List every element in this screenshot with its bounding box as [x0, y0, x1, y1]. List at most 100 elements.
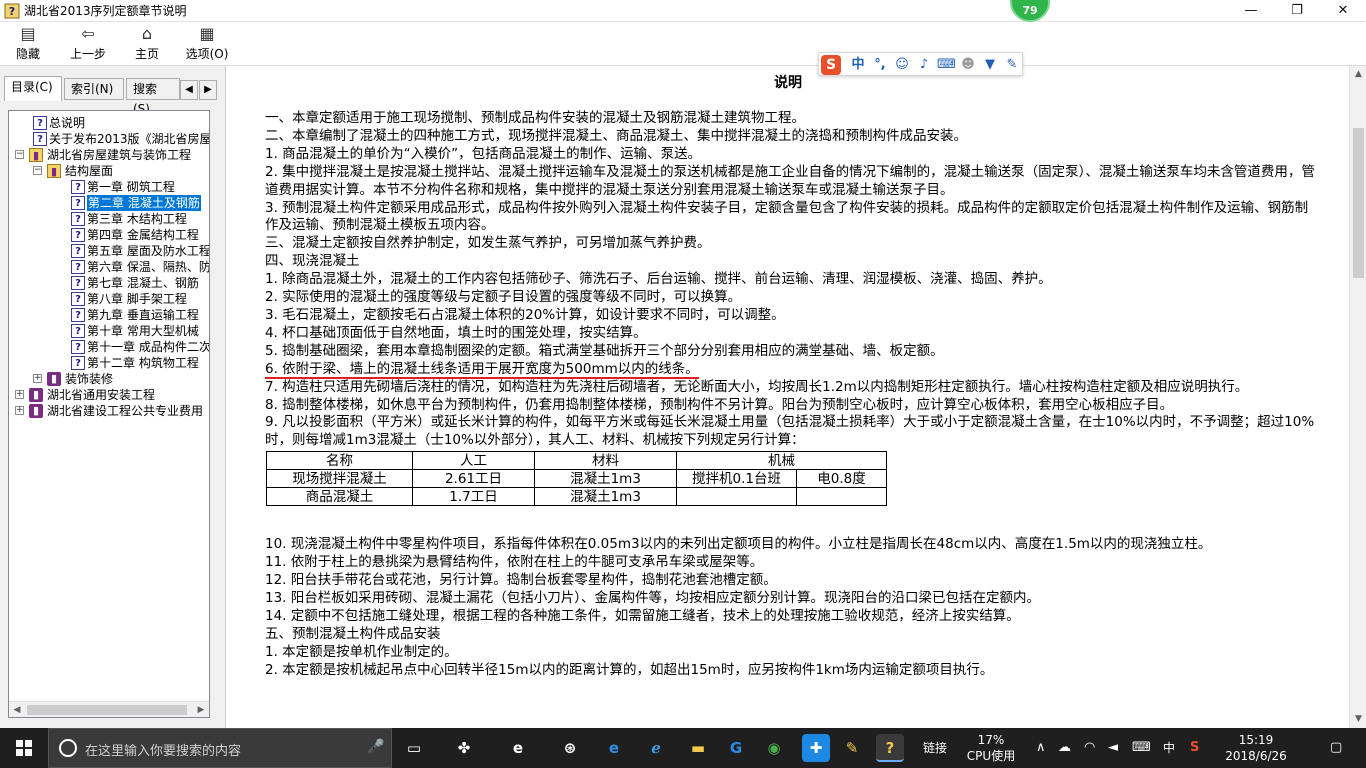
plus-app-icon[interactable]: ✚	[802, 734, 830, 762]
microphone-icon[interactable]: 🎤	[367, 739, 384, 755]
action-center-icon[interactable]: ▢	[1330, 740, 1342, 755]
fan-app-icon[interactable]: ✤	[450, 734, 478, 762]
internet-explorer-icon[interactable]: ℯ	[642, 734, 670, 762]
volume-icon[interactable]: ◄	[1108, 740, 1118, 755]
file-explorer-icon[interactable]: ▬	[684, 734, 712, 762]
windows-logo-icon	[16, 740, 32, 756]
green-browser-icon[interactable]: ◉	[760, 734, 788, 762]
tree-item-label: 第六章 保温、隔热、防	[87, 260, 210, 274]
ime-toolbar[interactable]: S 中 °, ☺ ♪ ⌨ ☻ ▼ ✎	[818, 52, 1023, 76]
table-cell: 2.61工日	[412, 469, 535, 489]
back-button[interactable]: ⇦ 上一步	[66, 24, 110, 66]
help-topic-icon: ?	[71, 308, 85, 322]
sogou-tray-icon[interactable]: S	[1190, 740, 1199, 755]
tree-item-label: 第十二章 构筑物工程	[87, 356, 199, 370]
table-header-row: 名称 人工 材料 机械	[266, 451, 887, 471]
tree-horizontal-scrollbar[interactable]: ◀ ▶	[9, 701, 209, 717]
help-topic-icon: ?	[71, 324, 85, 338]
scroll-thumb[interactable]	[1353, 128, 1364, 278]
taskbar-search-box[interactable]: 在这里输入你要搜索的内容 🎤	[48, 728, 392, 768]
emoji-icon[interactable]: ☺	[893, 56, 911, 74]
link-toolbar[interactable]: 链接	[920, 741, 950, 755]
expand-icon[interactable]: +	[15, 390, 24, 399]
doc-line: 8. 捣制整体楼梯，如休息平台为预制构件，仍套用捣制整体楼梯，预制构件不另计算。…	[265, 396, 1174, 413]
user-icon[interactable]: ☻	[959, 56, 977, 74]
ime-language-toggle[interactable]: 中	[849, 56, 867, 74]
scroll-right-icon[interactable]: ▶	[193, 702, 209, 717]
notes-app-icon[interactable]: ✎	[838, 734, 866, 762]
table-cell: 搅拌机0.1台班	[676, 469, 797, 489]
doc-line: 10. 现浇混凝土构件中零星构件项目，系指每件体积在0.05m3以内的未列出定额…	[265, 536, 1212, 553]
wifi-icon[interactable]: ◠	[1084, 740, 1095, 755]
performance-badge[interactable]: 79	[1010, 0, 1050, 22]
contents-tree: ? 总说明 ? 关于发布2013版《湖北省房屋 − ▮ 湖北省房屋建筑与装饰工程…	[8, 110, 210, 718]
table-cell	[796, 487, 887, 507]
home-button[interactable]: ⌂ 主页	[128, 24, 166, 66]
start-button[interactable]	[0, 728, 48, 768]
title-bar: ? 湖北省2013序列定额章节说明 79 — ❐ ✕	[0, 0, 1366, 22]
book-icon: ▮	[29, 388, 43, 402]
red-underline-annotation: 6. 依附于梁、墙上的混凝土线条适用于展开宽度为500mm以内的线条。	[265, 360, 699, 379]
tab-scroll-left-button[interactable]: ◀	[180, 80, 198, 100]
tab-search[interactable]: 搜索(S)	[126, 78, 180, 116]
table-header: 名称	[266, 451, 413, 471]
help-topic-icon: ?	[71, 212, 85, 226]
cloud-icon[interactable]: ☁	[1058, 740, 1071, 755]
tab-index[interactable]: 索引(N)	[64, 78, 124, 100]
close-button[interactable]: ✕	[1320, 0, 1366, 22]
tree-item-label: 第七章 混凝土、钢筋	[87, 276, 199, 290]
glodon-app-icon[interactable]: G	[722, 734, 750, 762]
punctuation-icon[interactable]: °,	[871, 56, 889, 74]
maximize-button[interactable]: ❐	[1274, 0, 1320, 22]
skin-shirt-icon[interactable]: ▼	[981, 56, 999, 74]
doc-line: 4. 杯口基础顶面低于自然地面，填土时的围笼处理，按实结算。	[265, 324, 647, 341]
browser-360-icon[interactable]: ⊛	[556, 734, 584, 762]
keyboard-icon[interactable]: ⌨	[937, 56, 956, 74]
scroll-up-icon[interactable]: ▲	[1350, 66, 1366, 83]
book-icon: ▮	[47, 372, 61, 386]
doc-line: 14. 定额中不包括施工缝处理，根据工程的各种施工条件，如需留施工缝者，技术上的…	[265, 607, 1020, 624]
cpu-label: CPU使用	[966, 749, 1016, 763]
tree-item-label: 湖北省通用安装工程	[47, 388, 156, 402]
tab-contents[interactable]: 目录(C)	[4, 76, 62, 101]
expand-icon[interactable]: +	[15, 406, 24, 415]
tree-item-label: 结构屋面	[65, 164, 114, 178]
doc-line: 1. 商品混凝土的单价为“入模价”，包括商品混凝土的制作、运输、泵送。	[265, 145, 702, 162]
show-hidden-icons-icon[interactable]: ∧	[1036, 740, 1046, 755]
microphone-icon[interactable]: ♪	[915, 56, 933, 74]
input-language[interactable]: 中	[1160, 741, 1178, 755]
content-vertical-scrollbar[interactable]: ▲ ▼	[1349, 66, 1366, 728]
doc-line: 3. 预制混凝土构件定额采用成品形式，成品构件按外购列入混凝土构件安装子目，定额…	[265, 199, 1309, 234]
table-cell: 电0.8度	[796, 469, 887, 489]
help-topic-icon: ?	[33, 132, 47, 146]
tree-item-label: 第八章 脚手架工程	[87, 292, 187, 306]
scroll-down-icon[interactable]: ▼	[1350, 711, 1366, 728]
tree-item-label: 湖北省建设工程公共专业费用	[47, 404, 204, 418]
collapse-icon[interactable]: −	[33, 166, 42, 175]
sogou-logo-icon[interactable]: S	[821, 55, 841, 75]
options-button[interactable]: ▦ 选项(O)	[184, 24, 230, 66]
wrench-icon[interactable]: ✎	[1003, 56, 1021, 74]
table-row: 商品混凝土 1.7工日 混凝土1m3	[266, 487, 887, 507]
keyboard-icon[interactable]: ⌨	[1132, 740, 1151, 755]
help-topic-icon: ?	[71, 292, 85, 306]
navigation-pane: 目录(C) 索引(N) 搜索(S) ◀ ▶ ? 总说明 ? 关于发布2013版《…	[0, 66, 226, 728]
clock-date[interactable]: 2018/6/26	[1220, 749, 1292, 763]
help-viewer-taskbar-icon[interactable]: ?	[876, 734, 904, 762]
scroll-left-icon[interactable]: ◀	[9, 702, 25, 717]
ie-browser-icon[interactable]: e	[600, 734, 628, 762]
tree-item-label: 装饰装修	[65, 372, 114, 386]
taskbar: 在这里输入你要搜索的内容 🎤 ▭ ✤ e ⊛ e ℯ ▬ G ◉ ✚ ✎ ? 链…	[0, 728, 1366, 768]
scroll-thumb[interactable]	[27, 705, 187, 715]
task-view-icon[interactable]: ▭	[400, 734, 428, 762]
minimize-button[interactable]: —	[1228, 0, 1274, 22]
doc-line: 3. 毛石混凝土，定额按毛石占混凝土体积的20%计算，如设计要求不同时，可以调整…	[265, 306, 785, 323]
svg-text:?: ?	[9, 5, 15, 18]
tab-scroll-right-button[interactable]: ▶	[199, 80, 217, 100]
clock-time[interactable]: 15:19	[1226, 733, 1286, 747]
expand-icon[interactable]: +	[33, 374, 42, 383]
hide-button[interactable]: ▤ 隐藏	[8, 24, 48, 66]
edge-browser-icon[interactable]: e	[504, 734, 532, 762]
collapse-icon[interactable]: −	[15, 150, 24, 159]
